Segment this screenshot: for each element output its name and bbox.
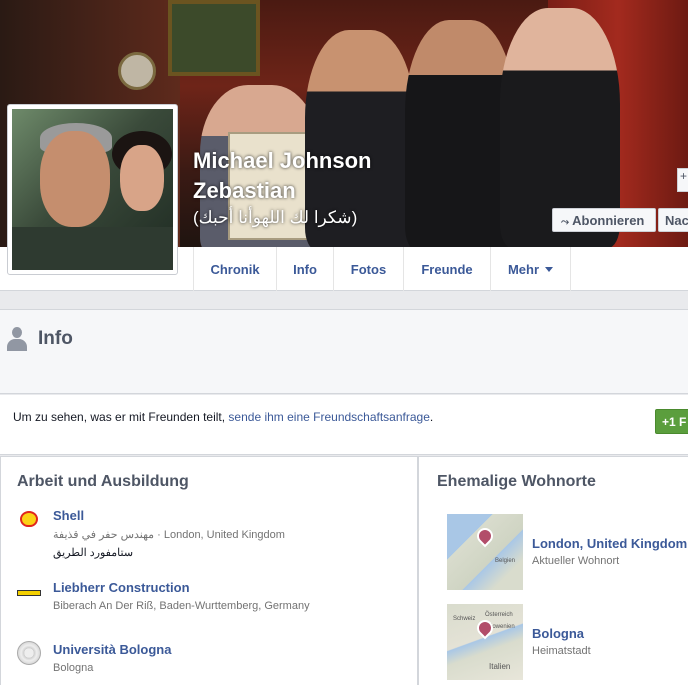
subscribe-label: Abonnieren	[572, 213, 645, 228]
avatar-face	[40, 131, 110, 227]
send-friend-request-link[interactable]: sende ihm eine Freundschaftsanfrage	[228, 410, 429, 424]
map-thumbnail[interactable]: Belgien	[447, 514, 523, 590]
map-thumbnail[interactable]: Österreich Schweiz Slowenien Italien	[447, 604, 523, 680]
tab-info[interactable]: Info	[276, 247, 333, 291]
profile-tabs: Chronik Info Fotos Freunde Mehr	[193, 247, 571, 291]
school-detail: Bologna	[53, 662, 94, 674]
avatar-photo	[12, 109, 173, 270]
map-label: Österreich	[485, 612, 513, 618]
section-title: Arbeit und Ausbildung	[17, 473, 189, 490]
tab-freunde[interactable]: Freunde	[403, 247, 490, 291]
info-header: Info	[0, 309, 688, 394]
school-name[interactable]: Università Bologna	[53, 642, 171, 657]
profile-alternate-name: (شكرا لك اللهوأنا أحبك)	[193, 208, 358, 227]
place-item: Österreich Schweiz Slowenien Italien Bol…	[447, 604, 688, 680]
work-detail: Biberach An Der Riß, Baden-Wurttemberg, …	[53, 600, 310, 612]
liebherr-logo-icon[interactable]	[17, 590, 41, 596]
cover-person	[405, 20, 515, 247]
add-button[interactable]: +	[677, 168, 688, 192]
cover-painting	[168, 0, 260, 76]
page-title: Info	[38, 328, 73, 349]
tab-fotos[interactable]: Fotos	[333, 247, 403, 291]
friend-request-notice: Um zu sehen, was er mit Freunden teilt, …	[0, 395, 688, 455]
tab-mehr-label: Mehr	[507, 261, 540, 277]
subscribe-button[interactable]: ⤳ Abonnieren	[552, 208, 656, 232]
tab-mehr[interactable]: Mehr	[490, 247, 571, 291]
work-detail-2: ستامفورد الطريق	[53, 547, 134, 559]
avatar-face	[120, 145, 164, 211]
notice-text: Um zu sehen, was er mit Freunden teilt, …	[13, 410, 433, 424]
tab-chronik[interactable]: Chronik	[193, 247, 276, 291]
map-label: Italien	[489, 662, 511, 671]
message-button[interactable]: Nac	[658, 208, 688, 232]
map-pin-icon	[473, 616, 497, 640]
place-name[interactable]: London, United Kingdom	[532, 536, 687, 551]
place-item: Belgien London, United Kingdom Aktueller…	[447, 514, 688, 590]
map-pin-icon	[473, 524, 497, 548]
add-friend-button[interactable]: +1 F	[655, 409, 688, 434]
places-section: Ehemalige Wohnorte Belgien London, Unite…	[418, 456, 688, 685]
chevron-down-icon	[545, 266, 554, 272]
notice-text-after: .	[429, 410, 434, 424]
work-education-section: Arbeit und Ausbildung Shell مهندس حفر في…	[0, 456, 418, 685]
person-icon	[7, 327, 27, 351]
profile-picture[interactable]	[7, 104, 178, 275]
work-name[interactable]: Liebherr Construction	[53, 580, 190, 595]
section-title: Ehemalige Wohnorte	[437, 473, 596, 490]
university-seal-icon[interactable]	[17, 641, 41, 665]
shell-logo-icon[interactable]	[20, 511, 38, 527]
work-name[interactable]: Shell	[53, 508, 84, 523]
map-label: Schweiz	[453, 616, 476, 622]
profile-name-line1: Michael Johnson	[193, 148, 372, 173]
place-detail: Heimatstadt	[532, 645, 591, 657]
work-detail: مهندس حفر في قذيفة · London, United King…	[53, 529, 285, 541]
place-detail: Aktueller Wohnort	[532, 555, 620, 567]
profile-name-line2: Zebastian	[193, 178, 296, 203]
cover-mirror	[118, 52, 156, 90]
profile-name[interactable]: Michael Johnson Zebastian	[193, 146, 371, 206]
rss-icon: ⤳	[561, 217, 569, 228]
notice-text-before: Um zu sehen, was er mit Freunden teilt,	[13, 410, 229, 424]
avatar-shoulders	[12, 227, 173, 270]
place-name[interactable]: Bologna	[532, 626, 584, 641]
map-label: Belgien	[495, 558, 516, 564]
